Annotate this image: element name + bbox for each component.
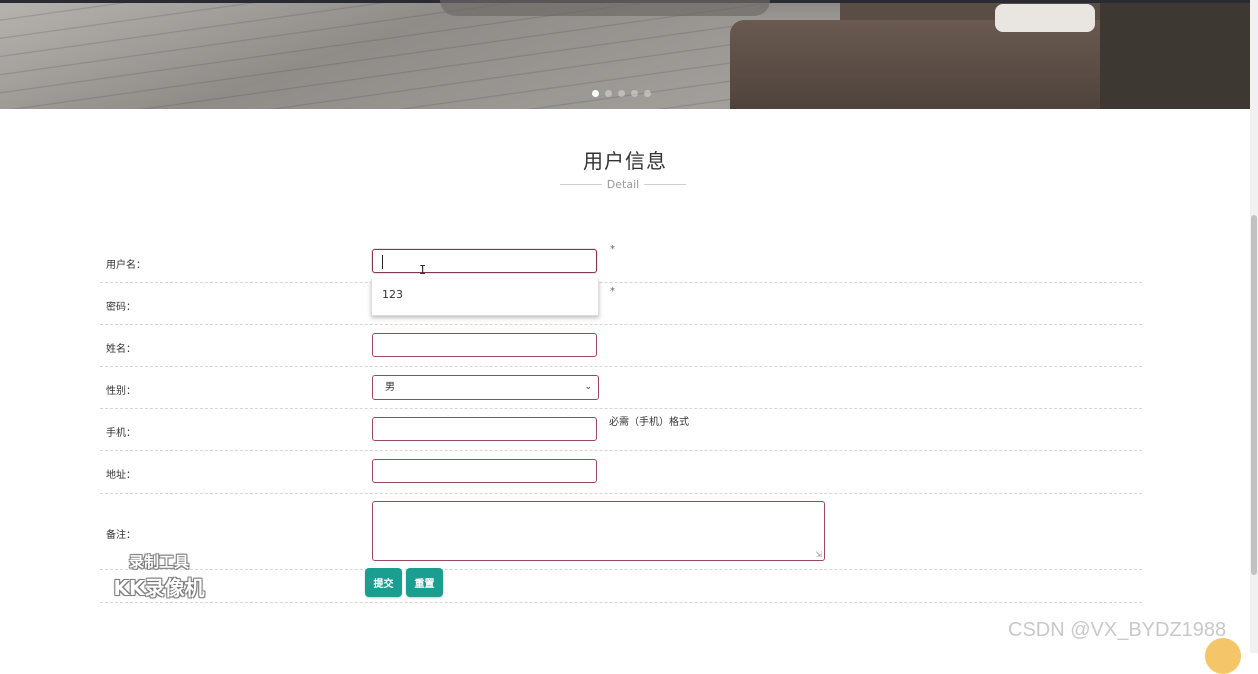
subtitle-divider-right [644,183,686,185]
remark-textarea[interactable]: ⇲ [372,501,825,561]
gender-label: 性别： [106,386,136,397]
subtitle-text: Detail [606,177,640,191]
carousel-dot-5[interactable] [644,90,651,97]
form-row-gender: 性别： 男 ⌄ [100,367,1142,409]
password-label: 密码： [106,302,136,313]
banner-pillow [995,4,1095,32]
submit-button[interactable]: 提交 [365,568,402,597]
gender-selected-value: 男 [385,382,395,393]
page-title: 用户信息 [583,149,667,173]
recorder-watermark: 录制工具 KK录像机 [104,551,214,601]
remark-label: 备注： [106,530,136,541]
name-label: 姓名： [106,344,136,355]
phone-label: 手机： [106,428,136,439]
form-row-remark: 备注： ⇲ [100,494,1142,570]
banner-carousel[interactable] [0,0,1250,109]
form-row-password: 密码： * [100,283,1142,325]
banner-table-image [440,0,770,16]
username-required-mark: * [610,244,615,255]
password-required-mark: * [610,286,615,297]
address-input[interactable] [372,459,597,483]
chevron-down-icon: ⌄ [584,382,592,392]
form-row-phone: 手机： 必需（手机）格式 [100,409,1142,451]
phone-input[interactable] [372,417,597,441]
username-input[interactable]: I [372,249,597,277]
page-subtitle: Detail [560,176,686,192]
autocomplete-option[interactable]: 123 [382,288,403,301]
carousel-indicators [592,90,651,97]
gender-select[interactable]: 男 ⌄ [372,375,599,400]
form-row-name: 姓名： [100,325,1142,367]
carousel-dot-4[interactable] [631,90,638,97]
ibeam-cursor-icon: I [419,263,427,277]
banner-dark-area [1100,3,1250,109]
recorder-watermark-line1: 录制工具 [128,553,189,571]
carousel-dot-2[interactable] [605,90,612,97]
address-label: 地址： [106,470,136,481]
subtitle-divider-left [560,183,602,185]
csdn-watermark: CSDN @VX_BYDZ1988 [1008,619,1227,641]
text-caret [382,255,383,269]
carousel-dot-1[interactable] [592,90,599,97]
form-row-buttons [100,570,1142,603]
resize-handle-icon[interactable]: ⇲ [815,550,822,559]
phone-format-hint: 必需（手机）格式 [609,417,689,428]
form-row-username: 用户名： I * [100,241,1142,283]
scrollbar-thumb[interactable] [1251,215,1257,575]
autocomplete-dropdown: 123 [371,279,599,316]
user-info-form: 用户名： I * 密码： * 姓名： 性别： 男 ⌄ 手机： 必需（手机）格式 … [100,241,1142,603]
page-scrollbar[interactable] [1250,0,1258,653]
recorder-watermark-line2: KK录像机 [113,576,205,600]
form-row-address: 地址： [100,451,1142,494]
username-label: 用户名： [106,260,146,271]
carousel-dot-3[interactable] [618,90,625,97]
name-input[interactable] [372,333,597,357]
reset-button[interactable]: 重置 [406,568,443,597]
floating-action-circle[interactable] [1205,638,1241,674]
